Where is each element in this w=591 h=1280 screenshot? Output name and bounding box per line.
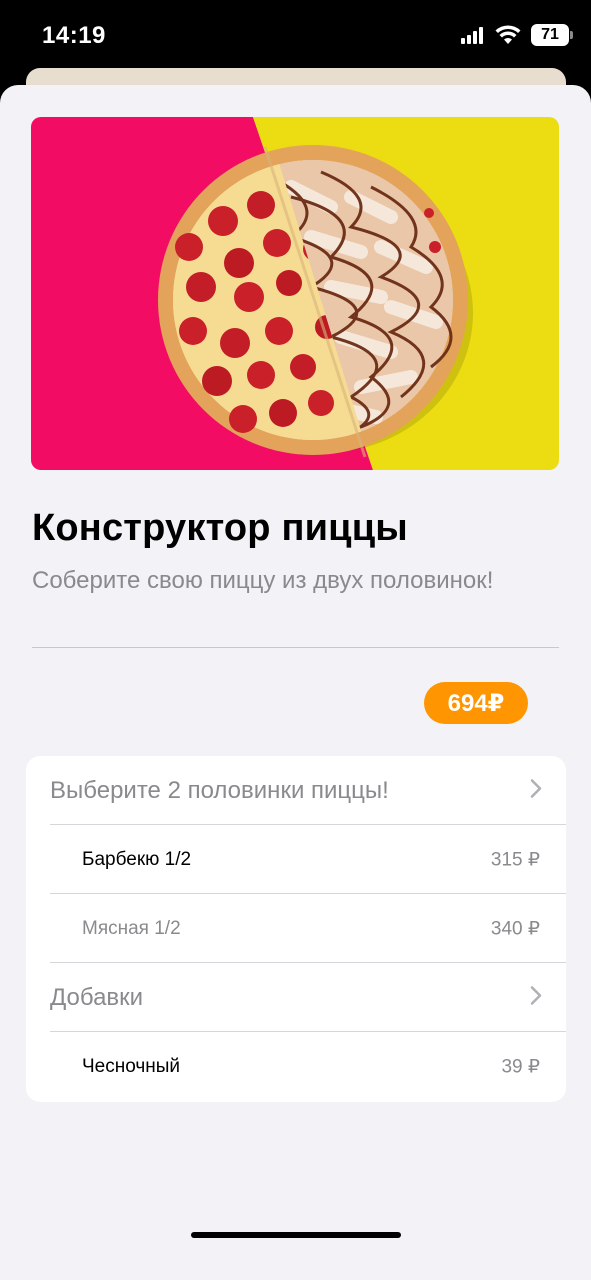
item-label: Чесночный (82, 1055, 181, 1077)
item-label: Барбекю 1/2 (82, 848, 192, 870)
page-title: Конструктор пиццы (32, 507, 408, 549)
item-label: Мясная 1/2 (82, 917, 181, 939)
item-price: 39 ₽ (501, 1056, 540, 1077)
options-card: Выберите 2 половинки пиццы! Барбекю 1/2 … (26, 756, 566, 1102)
list-item-half[interactable]: Мясная 1/2 340 ₽ (26, 894, 566, 963)
chevron-right-icon (530, 985, 542, 1010)
chevron-right-icon (530, 778, 542, 803)
signal-icon (461, 26, 485, 44)
item-price: 340 ₽ (490, 918, 540, 939)
price-badge: 694₽ (424, 682, 528, 724)
status-bar: 14:19 71 (0, 0, 591, 72)
wifi-icon (495, 25, 521, 45)
status-icons: 71 (461, 24, 573, 46)
list-item-addon[interactable]: Чесночный 39 ₽ (26, 1032, 566, 1101)
list-item-half[interactable]: Барбекю 1/2 315 ₽ (26, 825, 566, 894)
home-indicator (191, 1232, 401, 1238)
battery-icon: 71 (531, 24, 573, 46)
page-subtitle: Соберите свою пиццу из двух половинок! (32, 567, 494, 594)
halves-selector-row[interactable]: Выберите 2 половинки пиццы! (26, 756, 566, 825)
divider (32, 647, 559, 648)
addons-selector-label: Добавки (50, 983, 144, 1011)
product-sheet: Конструктор пиццы Соберите свою пиццу из… (0, 85, 591, 1280)
status-time: 14:19 (42, 22, 106, 49)
halves-selector-label: Выберите 2 половинки пиццы! (50, 776, 389, 804)
addons-selector-row[interactable]: Добавки (26, 963, 566, 1032)
pizza-illustration (31, 117, 559, 470)
item-price: 315 ₽ (490, 849, 540, 870)
hero-image (31, 117, 559, 470)
